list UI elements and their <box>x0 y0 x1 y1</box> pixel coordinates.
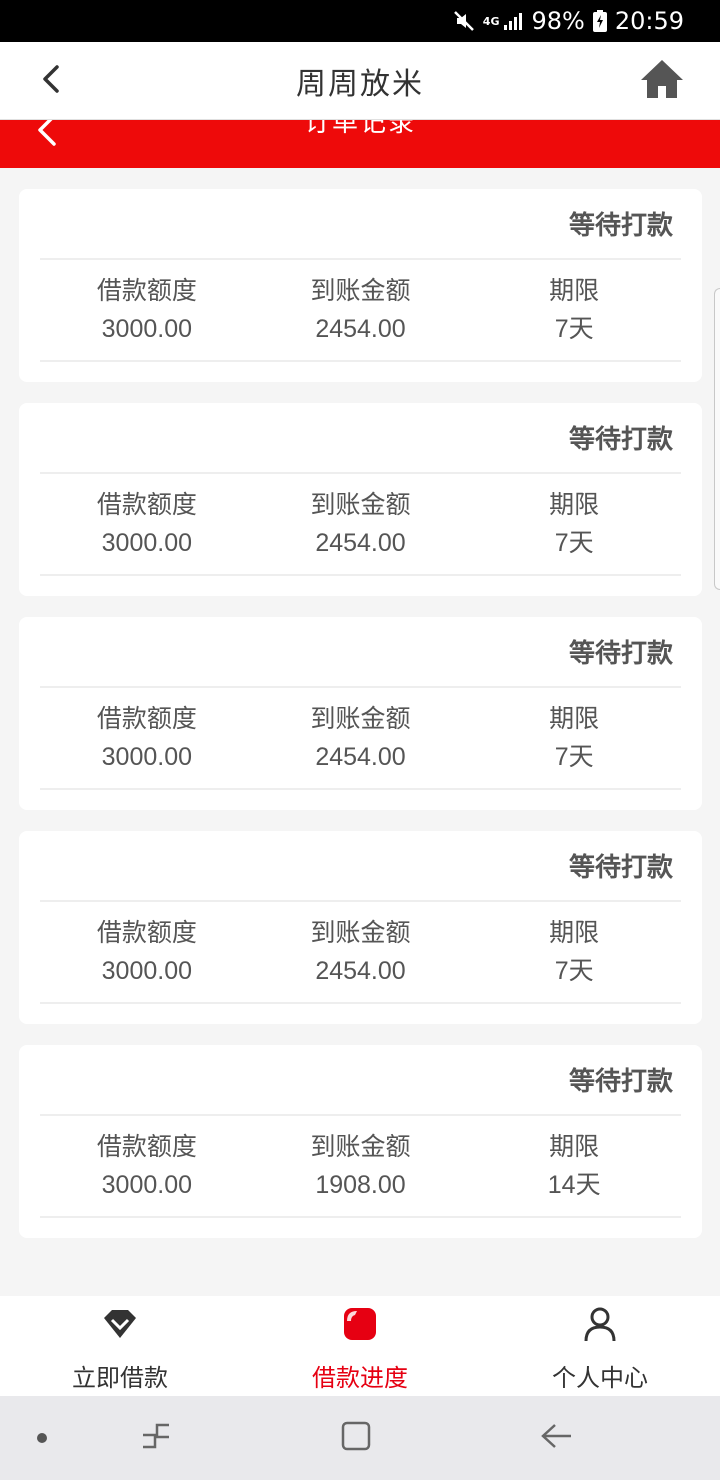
received-amount-label: 到账金额 <box>310 705 411 733</box>
order-card[interactable]: 等待打款 借款额度 3000.00 到账金额 2454.00 期限 7天 <box>19 617 702 810</box>
loan-amount-col: 借款额度 3000.00 <box>40 902 254 1002</box>
loan-amount-label: 借款额度 <box>96 705 197 733</box>
term-label: 期限 <box>549 491 600 519</box>
order-card[interactable]: 等待打款 借款额度 3000.00 到账金额 2454.00 期限 7天 <box>19 189 702 382</box>
tab-label: 立即借款 <box>72 1364 168 1392</box>
loan-amount-label: 借款额度 <box>96 491 197 519</box>
received-amount-label: 到账金额 <box>310 491 411 519</box>
tab-personal-center[interactable]: 个人中心 <box>480 1296 720 1396</box>
loan-amount-label: 借款额度 <box>96 919 197 947</box>
loan-amount-label: 借款额度 <box>96 277 197 305</box>
received-amount-value: 2454.00 <box>315 529 406 557</box>
battery-percent: 98% <box>531 7 585 35</box>
loan-amount-value: 3000.00 <box>101 957 193 985</box>
loan-amount-col: 借款额度 3000.00 <box>40 474 254 574</box>
back-arrow-icon <box>539 1421 573 1455</box>
order-info-row: 借款额度 3000.00 到账金额 1908.00 期限 14天 <box>40 1116 681 1218</box>
term-value: 7天 <box>554 315 594 343</box>
received-amount-value: 1908.00 <box>315 1171 406 1199</box>
term-col: 期限 7天 <box>467 902 681 1002</box>
back-button[interactable] <box>28 58 74 104</box>
recent-apps-icon <box>139 1421 173 1455</box>
home-nav-button[interactable] <box>336 1420 376 1456</box>
received-amount-col: 到账金额 2454.00 <box>254 474 468 574</box>
progress-icon <box>343 1304 377 1344</box>
nav-dot-button[interactable] <box>22 1420 62 1456</box>
order-status: 等待打款 <box>40 189 681 260</box>
clock: 20:59 <box>614 7 684 35</box>
term-value: 7天 <box>554 957 594 985</box>
order-info-row: 借款额度 3000.00 到账金额 2454.00 期限 7天 <box>40 902 681 1004</box>
term-col: 期限 7天 <box>467 474 681 574</box>
signal-icon <box>503 11 523 31</box>
diamond-icon <box>102 1304 138 1344</box>
order-status: 等待打款 <box>40 1045 681 1116</box>
term-col: 期限 7天 <box>467 688 681 788</box>
home-button[interactable] <box>636 56 688 106</box>
status-bar: 4G 98% 20:59 <box>0 0 720 42</box>
term-col: 期限 7天 <box>467 260 681 360</box>
term-label: 期限 <box>549 705 600 733</box>
term-value: 7天 <box>554 529 594 557</box>
received-amount-label: 到账金额 <box>310 919 411 947</box>
received-amount-col: 到账金额 2454.00 <box>254 902 468 1002</box>
received-amount-col: 到账金额 1908.00 <box>254 1116 468 1216</box>
app-header: 周周放米 <box>0 42 720 120</box>
loan-amount-value: 3000.00 <box>101 529 193 557</box>
mute-icon <box>453 10 475 32</box>
loan-amount-label: 借款额度 <box>96 1133 197 1161</box>
received-amount-value: 2454.00 <box>315 957 406 985</box>
received-amount-col: 到账金额 2454.00 <box>254 260 468 360</box>
tab-loan-progress[interactable]: 借款进度 <box>240 1296 480 1396</box>
order-info-row: 借款额度 3000.00 到账金额 2454.00 期限 7天 <box>40 688 681 790</box>
loan-amount-col: 借款额度 3000.00 <box>40 260 254 360</box>
loan-amount-value: 3000.00 <box>101 315 193 343</box>
chevron-left-icon <box>39 64 63 98</box>
order-card[interactable]: 等待打款 借款额度 3000.00 到账金额 2454.00 期限 7天 <box>19 831 702 1024</box>
home-icon <box>639 58 685 104</box>
bottom-tab-bar: 立即借款 借款进度 个人中心 <box>0 1296 720 1396</box>
tab-borrow-now[interactable]: 立即借款 <box>0 1296 240 1396</box>
received-amount-value: 2454.00 <box>315 743 406 771</box>
order-info-row: 借款额度 3000.00 到账金额 2454.00 期限 7天 <box>40 474 681 576</box>
loan-amount-col: 借款额度 3000.00 <box>40 1116 254 1216</box>
received-amount-label: 到账金额 <box>310 277 411 305</box>
term-label: 期限 <box>549 919 600 947</box>
received-amount-col: 到账金额 2454.00 <box>254 688 468 788</box>
term-label: 期限 <box>549 1133 600 1161</box>
back-nav-button[interactable] <box>536 1420 576 1456</box>
order-status: 等待打款 <box>40 617 681 688</box>
loan-amount-value: 3000.00 <box>101 1171 193 1199</box>
order-card[interactable]: 等待打款 借款额度 3000.00 到账金额 1908.00 期限 14天 <box>19 1045 702 1238</box>
scroll-indicator[interactable] <box>714 288 720 590</box>
term-value: 14天 <box>547 1171 601 1199</box>
received-amount-value: 2454.00 <box>315 315 406 343</box>
dot-icon <box>36 1429 48 1448</box>
term-value: 7天 <box>554 743 594 771</box>
order-record-header: 订单记录 <box>0 120 720 168</box>
system-nav-bar <box>0 1396 720 1480</box>
order-list: 等待打款 借款额度 3000.00 到账金额 2454.00 期限 7天 等待打… <box>19 189 702 1259</box>
term-col: 期限 14天 <box>467 1116 681 1216</box>
app-title: 周周放米 <box>296 66 424 102</box>
order-status: 等待打款 <box>40 403 681 474</box>
order-info-row: 借款额度 3000.00 到账金额 2454.00 期限 7天 <box>40 260 681 362</box>
loan-amount-value: 3000.00 <box>101 743 193 771</box>
order-card[interactable]: 等待打款 借款额度 3000.00 到账金额 2454.00 期限 7天 <box>19 403 702 596</box>
battery-charging-icon <box>592 10 607 32</box>
order-status: 等待打款 <box>40 831 681 902</box>
order-record-title: 订单记录 <box>303 120 416 138</box>
loan-amount-col: 借款额度 3000.00 <box>40 688 254 788</box>
received-amount-label: 到账金额 <box>310 1133 411 1161</box>
term-label: 期限 <box>549 277 600 305</box>
user-icon <box>583 1304 617 1344</box>
square-home-icon <box>340 1420 372 1456</box>
tab-label: 借款进度 <box>312 1364 408 1392</box>
tab-label: 个人中心 <box>552 1364 648 1392</box>
recent-apps-button[interactable] <box>136 1420 176 1456</box>
network-type-label: 4G <box>482 14 500 28</box>
